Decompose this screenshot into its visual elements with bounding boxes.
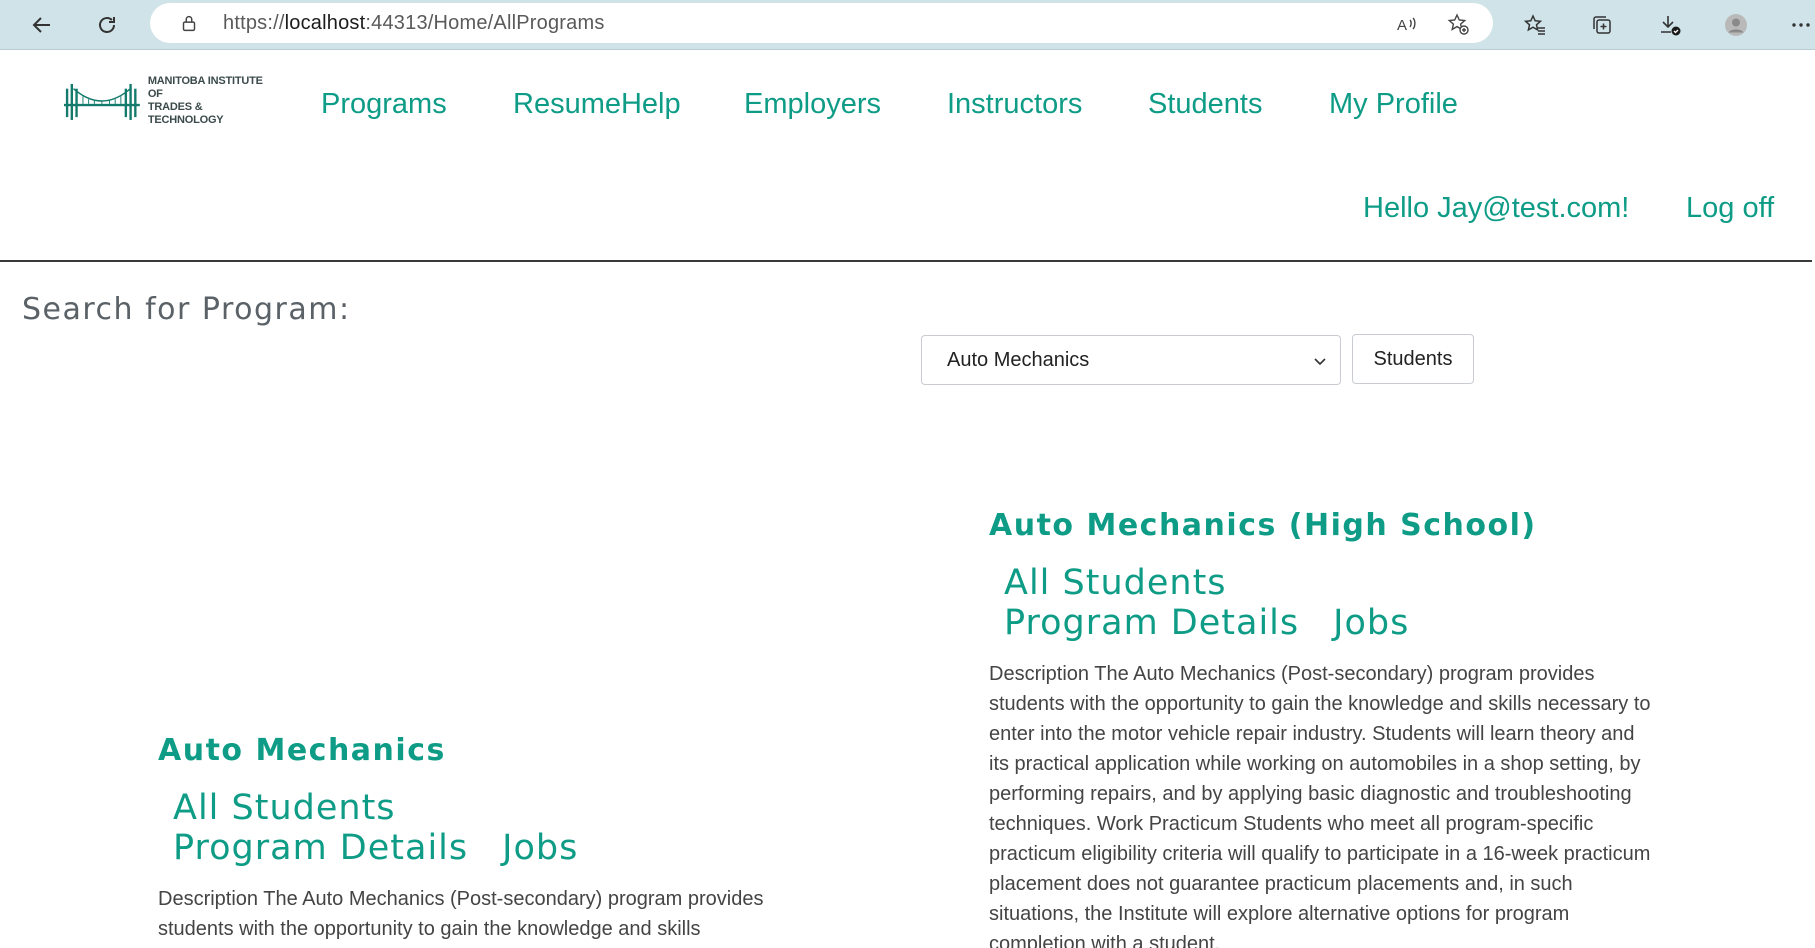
bridge-logo-icon [64,83,140,120]
download-icon [1661,16,1681,36]
students-button[interactable]: Students [1352,334,1474,384]
user-greeting-link[interactable]: Hello Jay@test.com! [1363,192,1629,225]
program-description: Description The Auto Mechanics (Post-sec… [989,663,1651,948]
address-bar[interactable]: https://localhost:44313/Home/AllPrograms… [150,3,1493,43]
logo-line-2: TRADES & TECHNOLOGY [147,101,224,126]
program-links: All StudentsProgram Details Jobs [1004,563,1564,643]
avatar-icon [1725,14,1747,36]
search-label: Search for Program: [22,292,351,327]
jobs-link[interactable]: Jobs [502,828,578,868]
nav-programs[interactable]: Programs [321,88,447,121]
profile-button[interactable] [1718,7,1754,43]
logo-wordmark: MANITOBA INSTITUTE OF TRADES & TECHNOLOG… [148,75,274,127]
svg-text:A: A [1397,17,1407,34]
nav-instructors[interactable]: Instructors [947,88,1082,121]
more-icon [1791,23,1810,27]
url-path: :44313/Home/AllPrograms [365,12,605,34]
logoff-link[interactable]: Log off [1686,192,1774,225]
favorites-icon [1523,14,1545,35]
program-details-link[interactable]: Program Details [173,828,468,868]
program-card: Auto Mechanics All StudentsProgram Detai… [158,733,818,944]
program-details-link[interactable]: Program Details [1004,603,1299,643]
refresh-icon [99,17,115,33]
program-links: All StudentsProgram Details Jobs [173,788,733,868]
refresh-button[interactable] [89,7,125,43]
nav-resumehelp[interactable]: ResumeHelp [513,88,681,121]
nav-students[interactable]: Students [1148,88,1262,121]
more-menu-button[interactable] [1786,7,1815,43]
chevron-down-icon [1314,358,1326,366]
logo-line-1: MANITOBA INSTITUTE OF [147,75,263,100]
all-students-link[interactable]: All Students [1004,563,1227,603]
downloads-button[interactable] [1652,7,1688,43]
read-aloud-icon[interactable]: A [1393,11,1419,37]
browser-toolbar: https://localhost:44313/Home/AllPrograms… [0,0,1815,50]
program-select[interactable]: Auto Mechanics [921,335,1341,385]
add-favorite-icon[interactable] [1445,11,1471,37]
collections-button[interactable] [1584,7,1620,43]
url-text[interactable]: https://localhost:44313/Home/AllPrograms [223,12,605,35]
program-title: Auto Mechanics [158,733,446,768]
program-title: Auto Mechanics (High School) [989,508,1537,543]
back-arrow-icon [32,17,50,33]
collections-icon [1593,16,1611,34]
site-header: MANITOBA INSTITUTE OF TRADES & TECHNOLOG… [0,50,1812,262]
lock-icon [182,15,196,32]
program-description: Description The Auto Mechanics (Post-sec… [158,888,764,940]
mitt-logo[interactable]: MANITOBA INSTITUTE OF TRADES & TECHNOLOG… [64,75,274,126]
url-scheme: https:// [223,12,285,34]
favorites-button[interactable] [1517,7,1553,43]
url-host: localhost [284,12,366,34]
program-card: Auto Mechanics (High School) All Student… [989,508,1654,948]
all-students-link[interactable]: All Students [173,788,396,828]
nav-my-profile[interactable]: My Profile [1329,88,1458,121]
nav-employers[interactable]: Employers [744,88,881,121]
program-select-value: Auto Mechanics [947,348,1090,371]
jobs-link[interactable]: Jobs [1333,603,1409,643]
back-button[interactable] [24,7,60,43]
